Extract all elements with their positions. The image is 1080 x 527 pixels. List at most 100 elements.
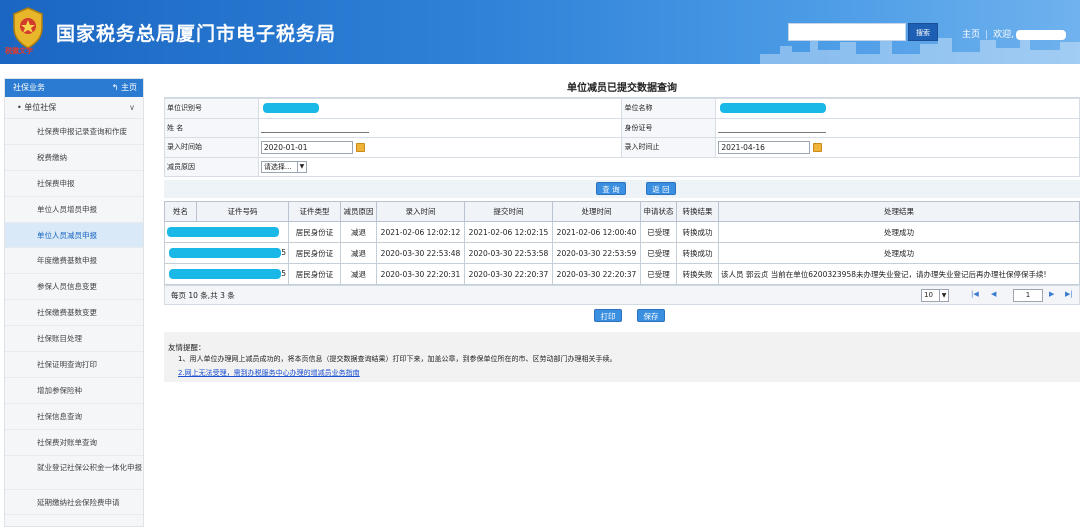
sidebar-section-label: 社保业务 bbox=[13, 83, 45, 92]
name-label: 姓 名 bbox=[164, 117, 259, 138]
sidebar-item-active[interactable]: 单位人员减员申报 bbox=[5, 222, 143, 249]
sidebar-item[interactable]: 单位人员增员申报 bbox=[5, 197, 143, 223]
last-page-icon[interactable]: ▶| bbox=[1065, 290, 1073, 298]
page-size-value: 10 bbox=[924, 291, 933, 299]
name-field-cell bbox=[257, 117, 623, 138]
col-header: 处理时间 bbox=[552, 201, 641, 222]
id-number-cell bbox=[715, 117, 1080, 138]
cell-status: 已受理 bbox=[640, 221, 677, 243]
date-start-label: 录入时间始 bbox=[164, 137, 259, 158]
search-button[interactable]: 搜索 bbox=[908, 23, 938, 41]
sidebar-item[interactable]: 社保证明查询打印 bbox=[5, 352, 143, 378]
pagination-info: 每页 10 条,共 3 条 bbox=[171, 291, 235, 300]
sidebar-item[interactable]: 延期缴纳社会保险费申请 bbox=[5, 490, 143, 516]
date-start-cell: 2020-01-01 bbox=[257, 137, 623, 158]
id-suffix: 5 bbox=[281, 248, 286, 257]
next-page-icon[interactable]: ▶ bbox=[1049, 290, 1054, 298]
first-page-icon[interactable]: |◀ bbox=[971, 290, 979, 298]
pagination-bar: 每页 10 条,共 3 条 10 ▼ |◀ ◀ 1 ▶ ▶| bbox=[164, 285, 1080, 305]
col-header: 处理结果 bbox=[718, 201, 1080, 222]
masked-name-id-cell: 5 bbox=[164, 242, 289, 264]
sidebar-item[interactable]: 参保人员信息变更 bbox=[5, 274, 143, 301]
reason-cell: 请选择... ▼ bbox=[257, 156, 1080, 177]
unit-id-label: 单位识别号 bbox=[164, 98, 259, 119]
masked-name-id-cell bbox=[164, 221, 289, 243]
masked-name-id-cell: 5 bbox=[164, 263, 289, 285]
cell-submit-time: 2020-03-30 22:53:58 bbox=[464, 242, 553, 264]
sidebar-item[interactable]: 社保缴费基数变更 bbox=[5, 300, 143, 327]
sidebar-item[interactable]: 税费缴纳 bbox=[5, 145, 143, 171]
cell-process-time: 2020-03-30 22:20:37 bbox=[552, 263, 641, 285]
table-header-row: 姓名 证件号码 证件类型 减员原因 录入时间 提交时间 处理时间 申请状态 转换… bbox=[164, 201, 1080, 222]
table-row[interactable]: 5 居民身份证 减退 2020-03-30 22:53:48 2020-03-3… bbox=[164, 242, 1080, 264]
cell-convert: 转换成功 bbox=[676, 221, 719, 243]
sidebar-item[interactable]: 社保费对账单查询 bbox=[5, 430, 143, 456]
calendar-icon[interactable] bbox=[813, 142, 823, 152]
table-row[interactable]: 居民身份证 减退 2021-02-06 12:02:12 2021-02-06 … bbox=[164, 221, 1080, 243]
sidebar-home-button[interactable]: ↰ 主页 bbox=[112, 79, 137, 97]
tax-emblem-icon bbox=[13, 7, 43, 49]
cell-submit-time: 2020-03-30 22:20:37 bbox=[464, 263, 553, 285]
notice-panel: 友情提醒： 1、用人单位办理网上减员成功的，将本页信息（提交数据查询结果）打印下… bbox=[164, 332, 1080, 382]
dropdown-arrow-icon: ▼ bbox=[296, 161, 306, 172]
cell-entry-time: 2021-02-06 12:02:12 bbox=[376, 221, 465, 243]
sidebar-item[interactable]: 年度缴费基数申报 bbox=[5, 248, 143, 275]
sidebar-item[interactable]: 就业登记社保公积金一体化申报 bbox=[5, 456, 143, 490]
save-button[interactable]: 保存 bbox=[637, 309, 665, 322]
masked-unit-name bbox=[720, 103, 827, 114]
action-row: 查 询 返 回 bbox=[164, 180, 1080, 198]
sidebar-item[interactable]: 社保费申报记录查询和作废 bbox=[5, 119, 143, 145]
prev-page-icon[interactable]: ◀ bbox=[991, 290, 996, 298]
col-header: 转换结果 bbox=[676, 201, 719, 222]
sidebar-item[interactable]: 社保费申报 bbox=[5, 171, 143, 197]
calendar-icon[interactable] bbox=[355, 142, 365, 152]
sidebar-item[interactable]: 社保信息查询 bbox=[5, 404, 143, 430]
back-arrow-icon: ↰ bbox=[111, 83, 119, 92]
query-form: 单位识别号 单位名称 姓 名 身份证号 录入时间始 2020-01-01 录入时… bbox=[164, 98, 1080, 177]
cell-submit-time: 2021-02-06 12:02:15 bbox=[464, 221, 553, 243]
notice-title: 友情提醒： bbox=[168, 343, 206, 352]
sidebar-item[interactable]: 增加参保险种 bbox=[5, 378, 143, 404]
emblem-caption: 税徽文字 bbox=[5, 46, 33, 55]
cell-reason: 减退 bbox=[340, 263, 377, 285]
reason-label: 减员原因 bbox=[164, 156, 259, 177]
col-header: 证件号码 bbox=[196, 201, 289, 222]
date-end-cell: 2021-04-16 bbox=[715, 137, 1080, 158]
cell-reason: 减退 bbox=[340, 242, 377, 264]
query-button[interactable]: 查 询 bbox=[596, 182, 626, 195]
cell-result: 处理成功 bbox=[718, 221, 1080, 243]
cell-entry-time: 2020-03-30 22:53:48 bbox=[376, 242, 465, 264]
home-link[interactable]: 主页 bbox=[962, 30, 980, 40]
date-start-input[interactable]: 2020-01-01 bbox=[260, 140, 353, 154]
results-table: 姓名 证件号码 证件类型 减员原因 录入时间 提交时间 处理时间 申请状态 转换… bbox=[164, 201, 1080, 285]
divider: | bbox=[985, 30, 989, 40]
cell-status: 已受理 bbox=[640, 242, 677, 264]
col-header: 证件类型 bbox=[288, 201, 341, 222]
cell-convert: 转换成功 bbox=[676, 242, 719, 264]
dropdown-arrow-icon: ▼ bbox=[939, 290, 948, 301]
name-input[interactable] bbox=[260, 122, 369, 134]
id-number-label: 身份证号 bbox=[621, 117, 717, 138]
sidebar-group-unit-social[interactable]: • 单位社保 ∨ bbox=[5, 97, 143, 119]
date-end-input[interactable]: 2021-04-16 bbox=[718, 140, 811, 154]
search-input[interactable] bbox=[788, 23, 906, 41]
date-end-label: 录入时间止 bbox=[621, 137, 717, 158]
guide-link[interactable]: 2.网上无法受理，需到办税服务中心办理的增减员业务指南 bbox=[178, 368, 360, 378]
cell-convert: 转换失败 bbox=[676, 263, 719, 285]
sidebar-item[interactable]: 社保账目处理 bbox=[5, 326, 143, 353]
back-button[interactable]: 返 回 bbox=[646, 182, 676, 195]
cell-process-time: 2020-03-30 22:53:59 bbox=[552, 242, 641, 264]
cell-result: 该人员 郭云贞 当前在单位6200323958未办理失业登记，请办理失业登记后再… bbox=[718, 263, 1080, 285]
masked-unit-id bbox=[262, 103, 319, 114]
cell-status: 已受理 bbox=[640, 263, 677, 285]
unit-name-field bbox=[715, 98, 1080, 119]
id-number-input[interactable] bbox=[718, 122, 827, 134]
cell-idtype: 居民身份证 bbox=[288, 242, 341, 264]
masked-id bbox=[169, 248, 282, 258]
site-header: 税徽文字 国家税务总局厦门市电子税务局 搜索 主页 | 欢迎, bbox=[0, 0, 1080, 64]
page-size-select[interactable]: 10 ▼ bbox=[921, 289, 949, 302]
print-button[interactable]: 打印 bbox=[594, 309, 622, 322]
page-number-input[interactable]: 1 bbox=[1013, 289, 1043, 302]
table-row[interactable]: 5 居民身份证 减退 2020-03-30 22:20:31 2020-03-3… bbox=[164, 263, 1080, 285]
reason-select[interactable]: 请选择... ▼ bbox=[260, 160, 307, 173]
